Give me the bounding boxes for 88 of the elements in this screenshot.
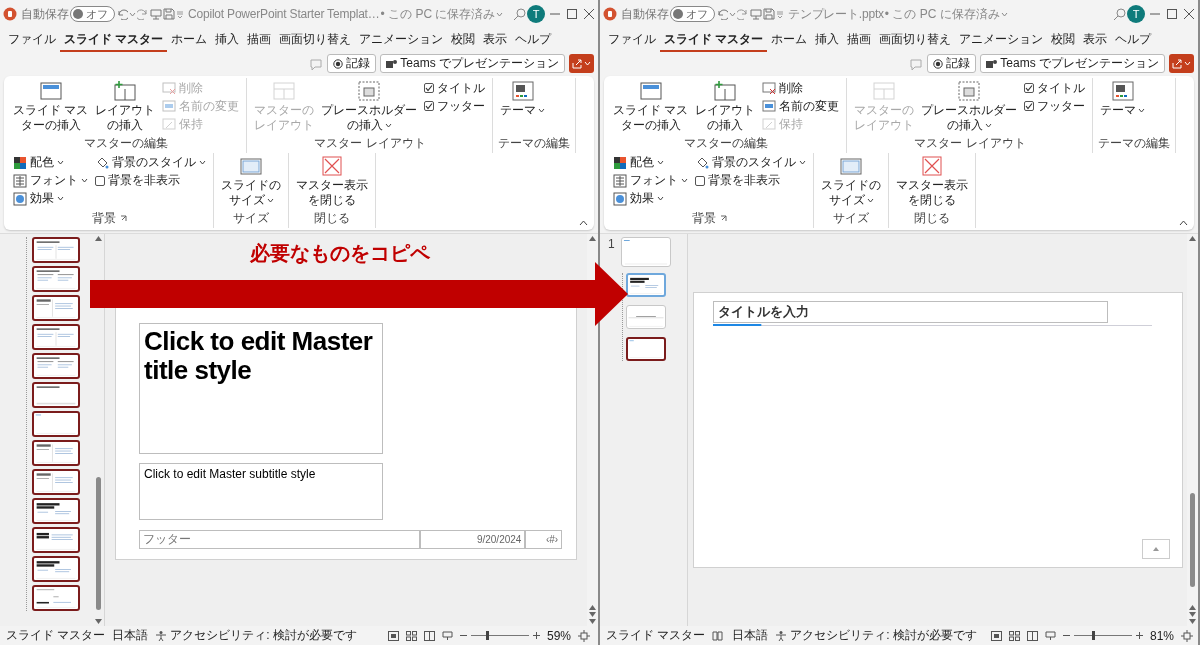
group-label: 閉じる: [914, 209, 950, 227]
ribbon-button[interactable]: 配色: [611, 154, 690, 171]
slide-number: 1: [608, 236, 615, 251]
accessibility-status[interactable]: アクセシビリティ: 検討が必要です: [170, 627, 357, 644]
ribbon-button[interactable]: レイアウト の挿入: [693, 79, 758, 134]
ribbon-tab[interactable]: 画面切り替え: [875, 29, 956, 52]
annotation-text: 必要なものをコピペ: [250, 241, 430, 266]
checkbox-option[interactable]: 背景を非表示: [93, 172, 208, 189]
ribbon-tab[interactable]: ファイル: [604, 29, 660, 52]
ribbon-tab[interactable]: アニメーション: [355, 29, 448, 52]
checkbox-option[interactable]: タイトル: [1022, 80, 1088, 96]
record-button[interactable]: 記録: [327, 54, 377, 73]
checkbox-option[interactable]: タイトル: [422, 80, 488, 96]
ribbon-button[interactable]: 効果: [11, 190, 90, 207]
title-placeholder[interactable]: Click to edit Master title style: [139, 322, 383, 455]
teams-present-button[interactable]: Teams でプレゼンテーション: [980, 54, 1165, 73]
ribbon-tab[interactable]: 挿入: [211, 29, 244, 52]
zoom-percentage[interactable]: 59%: [546, 628, 571, 643]
slide-number-placeholder[interactable]: ‹#›: [525, 530, 563, 550]
ribbon-tab[interactable]: 表示: [1079, 29, 1112, 52]
ribbon-button[interactable]: フォント: [11, 172, 90, 189]
footer-placeholder[interactable]: フッター: [139, 530, 420, 550]
ribbon-tab[interactable]: 校閲: [447, 29, 480, 52]
ribbon-button[interactable]: プレースホルダー の挿入: [919, 79, 1020, 134]
ribbon-button[interactable]: スライド マス ターの挿入: [611, 79, 691, 134]
ribbon-tab[interactable]: 校閲: [1047, 29, 1080, 52]
group-label: マスターの編集: [684, 134, 769, 152]
ribbon-button[interactable]: スライドの サイズ: [819, 153, 883, 209]
group-label: 閉じる: [314, 209, 350, 227]
ribbon-button[interactable]: 削除: [760, 80, 842, 96]
ribbon-tab[interactable]: ヘルプ: [511, 29, 556, 52]
group-label: マスターの編集: [84, 134, 169, 152]
ribbon-tab[interactable]: 挿入: [811, 29, 844, 52]
ribbon-button[interactable]: テーマ: [1098, 79, 1148, 119]
zoom-percentage[interactable]: 81%: [1150, 628, 1175, 643]
ribbon-tab[interactable]: スライド マスター: [660, 29, 768, 52]
ribbon-button[interactable]: フォント: [611, 172, 690, 189]
ribbon-tab[interactable]: ファイル: [4, 29, 60, 52]
account-avatar[interactable]: T: [1127, 5, 1145, 23]
ribbon-tab[interactable]: スライド マスター: [60, 29, 168, 52]
checkbox-option[interactable]: フッター: [1022, 98, 1088, 114]
group-label: サイズ: [233, 209, 269, 227]
ribbon-button[interactable]: スライド マス ターの挿入: [11, 79, 91, 134]
ribbon-button[interactable]: マスター表示 を閉じる: [894, 153, 970, 209]
ribbon-button[interactable]: 効果: [611, 190, 690, 207]
ribbon-button[interactable]: プレースホルダー の挿入: [319, 79, 420, 134]
ribbon-button[interactable]: 配色: [11, 154, 90, 171]
title-placeholder[interactable]: タイトルを入力: [713, 301, 1109, 323]
ribbon-button[interactable]: スライドの サイズ: [219, 153, 283, 209]
language-button[interactable]: 日本語: [712, 627, 769, 644]
group-label: テーマの編集: [1098, 134, 1171, 152]
ribbon-tab[interactable]: 表示: [479, 29, 512, 52]
teams-present-button[interactable]: Teams でプレゼンテーション: [380, 54, 565, 73]
document-title: テンプレート.pptx: [788, 5, 884, 23]
document-title: Copilot PowerPoint Starter Templat…: [188, 7, 380, 21]
ribbon-button[interactable]: レイアウト の挿入: [93, 79, 158, 134]
date-placeholder[interactable]: 9/20/2024: [419, 530, 526, 550]
autosave-label: 自動保存: [621, 5, 669, 23]
ribbon-button[interactable]: テーマ: [498, 79, 548, 119]
autosave-toggle[interactable]: オフ: [70, 6, 115, 22]
checkbox-option[interactable]: 背景を非表示: [693, 172, 808, 189]
view-label: スライド マスター: [606, 627, 706, 644]
ribbon-button[interactable]: 背景のスタイル: [93, 154, 208, 171]
checkbox-option[interactable]: フッター: [422, 98, 488, 114]
ribbon-button[interactable]: マスター表示 を閉じる: [294, 153, 370, 209]
view-label: スライド マスター: [6, 627, 106, 644]
ribbon-tab[interactable]: 画面切り替え: [275, 29, 356, 52]
ribbon-button[interactable]: 背景のスタイル: [693, 154, 808, 171]
ribbon-tab[interactable]: ホーム: [167, 29, 212, 52]
ribbon-tab[interactable]: 描画: [843, 29, 876, 52]
ribbon-button[interactable]: 名前の変更: [760, 98, 842, 114]
account-avatar[interactable]: T: [527, 5, 545, 23]
group-label: マスター レイアウト: [914, 134, 1026, 152]
subtitle-placeholder[interactable]: Click to edit Master subtitle style: [139, 463, 383, 521]
record-button[interactable]: 記録: [927, 54, 977, 73]
group-label: サイズ: [833, 209, 869, 227]
language-button[interactable]: 日本語: [112, 627, 149, 644]
autosave-toggle[interactable]: オフ: [670, 6, 715, 22]
ribbon-tab[interactable]: ヘルプ: [1111, 29, 1156, 52]
accessibility-status[interactable]: アクセシビリティ: 検討が必要です: [790, 627, 977, 644]
group-label: マスター レイアウト: [314, 134, 426, 152]
group-label: 背景: [92, 209, 116, 227]
group-label: 背景: [692, 209, 716, 227]
ribbon-tab[interactable]: 描画: [243, 29, 276, 52]
autosave-label: 自動保存: [21, 5, 69, 23]
ribbon-tab[interactable]: アニメーション: [955, 29, 1048, 52]
group-label: テーマの編集: [498, 134, 571, 152]
ribbon-tab[interactable]: ホーム: [767, 29, 812, 52]
